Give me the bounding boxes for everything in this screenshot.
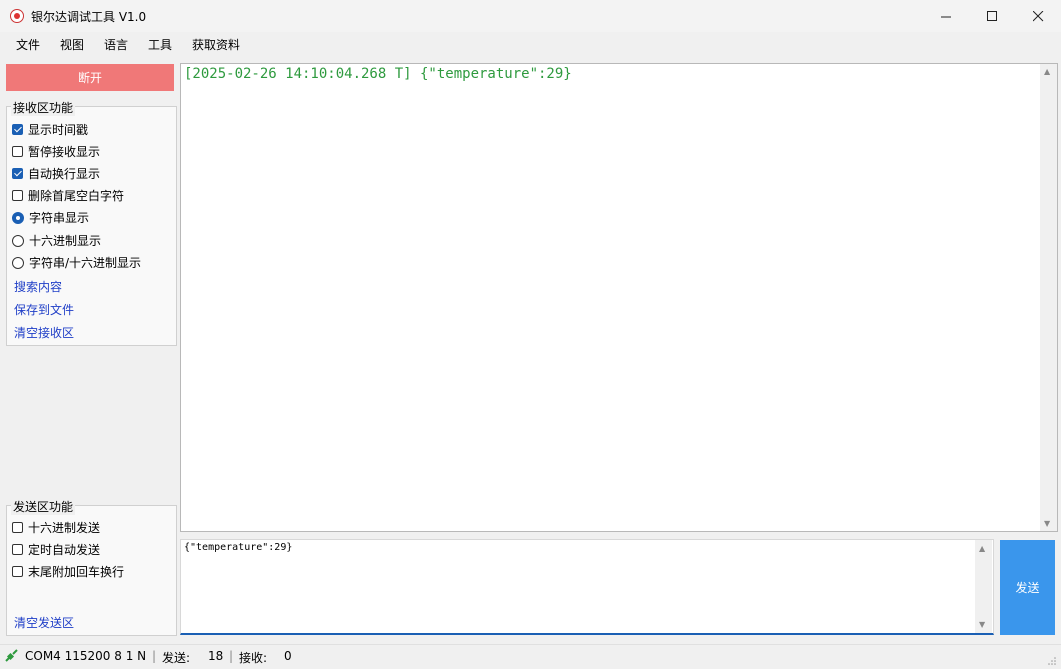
sent-count: 18 [208, 649, 224, 663]
status-separator: | [152, 649, 157, 663]
minimize-icon [940, 16, 951, 17]
show-timestamp-label: 显示时间戳 [28, 123, 89, 137]
append-crlf-checkbox[interactable]: 末尾附加回车换行 [12, 563, 124, 580]
trim-whitespace-checkbox[interactable]: 删除首尾空白字符 [12, 187, 124, 204]
pause-receive-checkbox[interactable]: 暂停接收显示 [12, 143, 100, 160]
minimize-button[interactable] [923, 0, 969, 32]
maximize-icon [986, 10, 997, 21]
window-title: 银尔达调试工具 V1.0 [31, 10, 147, 24]
timed-auto-send-label: 定时自动发送 [28, 543, 101, 557]
menu-tools[interactable]: 工具 [148, 36, 172, 53]
disconnect-button[interactable]: 断开 [6, 64, 174, 91]
hex-display-radio[interactable]: 十六进制显示 [12, 232, 101, 249]
show-timestamp-checkbox[interactable]: 显示时间戳 [12, 121, 88, 138]
scroll-up-icon[interactable]: ▲ [979, 544, 985, 553]
checkbox-unchecked-icon [12, 190, 23, 201]
string-hex-display-label: 字符串/十六进制显示 [29, 256, 142, 270]
string-hex-display-radio[interactable]: 字符串/十六进制显示 [12, 254, 141, 271]
receive-text-content: [2025-02-26 14:10:04.268 T] {"temperatur… [184, 66, 572, 82]
hex-display-label: 十六进制显示 [29, 234, 102, 248]
send-group-title: 发送区功能 [11, 498, 76, 515]
auto-wrap-checkbox[interactable]: 自动换行显示 [12, 165, 100, 182]
radio-selected-icon [12, 211, 24, 224]
hex-send-checkbox[interactable]: 十六进制发送 [12, 519, 100, 536]
port-info: COM4 115200 8 1 N [25, 649, 147, 663]
receive-group-title: 接收区功能 [11, 99, 76, 116]
receive-scrollbar[interactable] [1040, 64, 1057, 531]
checkbox-unchecked-icon [12, 544, 23, 555]
checkbox-unchecked-icon [12, 566, 23, 577]
clear-receive-link[interactable]: 清空接收区 [14, 324, 74, 341]
pause-receive-label: 暂停接收显示 [28, 145, 101, 159]
connection-icon [4, 648, 19, 666]
send-button[interactable]: 发送 [1000, 540, 1055, 635]
append-crlf-label: 末尾附加回车换行 [28, 565, 125, 579]
hex-send-label: 十六进制发送 [28, 521, 101, 535]
scroll-up-icon[interactable]: ▲ [1044, 67, 1050, 76]
maximize-button[interactable] [969, 0, 1015, 32]
checkbox-unchecked-icon [12, 522, 23, 533]
app-logo-icon [10, 9, 24, 23]
search-content-link[interactable]: 搜索内容 [14, 278, 62, 295]
send-text-content: {"temperature":29} [184, 542, 293, 553]
trim-whitespace-label: 删除首尾空白字符 [28, 189, 125, 203]
checkbox-checked-icon [12, 124, 23, 135]
timed-auto-send-checkbox[interactable]: 定时自动发送 [12, 541, 100, 558]
send-text-input[interactable] [180, 539, 994, 635]
recv-count: 0 [284, 649, 292, 663]
scroll-down-icon[interactable]: ▼ [1044, 519, 1050, 528]
scroll-down-icon[interactable]: ▼ [979, 620, 985, 629]
string-display-radio[interactable]: 字符串显示 [12, 209, 89, 226]
radio-unselected-icon [12, 256, 24, 269]
receive-text-area[interactable] [180, 63, 1058, 532]
menu-get-resources[interactable]: 获取资料 [192, 36, 240, 53]
status-separator: | [229, 649, 234, 663]
checkbox-checked-icon [12, 168, 23, 179]
radio-unselected-icon [12, 234, 24, 247]
close-button[interactable] [1015, 0, 1061, 32]
close-icon [1032, 10, 1043, 21]
resize-grip-icon[interactable] [1047, 655, 1057, 665]
auto-wrap-label: 自动换行显示 [28, 167, 101, 181]
string-display-label: 字符串显示 [29, 211, 90, 225]
title-bar [0, 0, 1061, 32]
menu-view[interactable]: 视图 [60, 36, 84, 53]
menu-file[interactable]: 文件 [16, 36, 40, 53]
status-bar [0, 644, 1061, 667]
recv-label: 接收: [239, 651, 268, 665]
menu-language[interactable]: 语言 [104, 36, 128, 53]
checkbox-unchecked-icon [12, 146, 23, 157]
save-to-file-link[interactable]: 保存到文件 [14, 301, 74, 318]
clear-send-link[interactable]: 清空发送区 [14, 614, 74, 631]
sent-label: 发送: [162, 651, 191, 665]
